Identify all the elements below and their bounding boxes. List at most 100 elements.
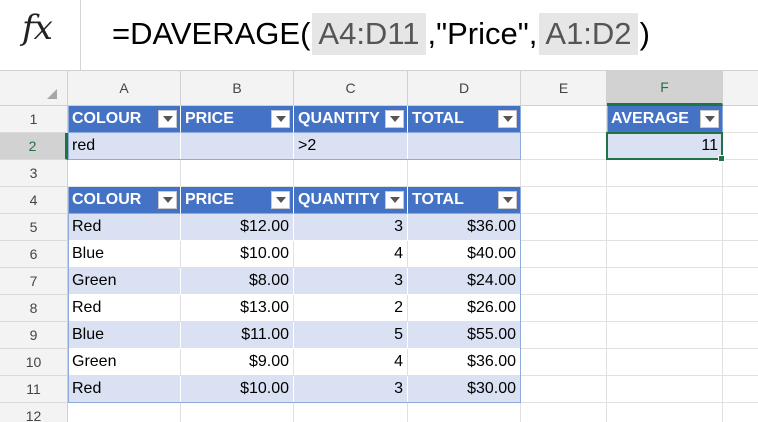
select-all-button[interactable] (0, 71, 68, 106)
data-cell[interactable]: 5 (294, 322, 408, 349)
column-header-extra[interactable] (723, 71, 758, 106)
data-cell[interactable]: $10.00 (181, 376, 294, 403)
row-header-1[interactable]: 1 (0, 106, 68, 133)
criteria-value-cell[interactable] (408, 133, 521, 160)
cell[interactable] (723, 214, 758, 241)
cell[interactable] (68, 403, 181, 422)
cell[interactable] (723, 160, 758, 187)
row-header-8[interactable]: 8 (0, 295, 68, 322)
data-cell[interactable]: Red (68, 295, 181, 322)
filter-dropdown-button[interactable] (271, 191, 290, 209)
data-cell[interactable]: 3 (294, 376, 408, 403)
cell[interactable] (607, 295, 723, 322)
data-cell[interactable]: Red (68, 376, 181, 403)
column-header-a[interactable]: A (68, 71, 181, 106)
cell[interactable] (521, 403, 607, 422)
criteria-header-cell[interactable]: TOTAL (408, 106, 521, 133)
criteria-value-cell[interactable]: >2 (294, 133, 408, 160)
formula-input[interactable]: =DAVERAGE(A4:D11 ,"Price", A1:D2) (112, 12, 650, 56)
criteria-header-cell[interactable]: PRICE (181, 106, 294, 133)
data-cell[interactable]: $8.00 (181, 268, 294, 295)
data-cell[interactable]: Red (68, 214, 181, 241)
row-header-4[interactable]: 4 (0, 187, 68, 214)
data-cell[interactable]: $55.00 (408, 322, 521, 349)
cell[interactable] (521, 349, 607, 376)
column-header-d[interactable]: D (408, 71, 521, 106)
cell[interactable] (294, 160, 408, 187)
cell[interactable] (607, 376, 723, 403)
data-cell[interactable]: $13.00 (181, 295, 294, 322)
data-header-cell[interactable]: TOTAL (408, 187, 521, 214)
data-cell[interactable]: 4 (294, 241, 408, 268)
row-header-2[interactable]: 2 (0, 133, 68, 160)
cell[interactable] (521, 268, 607, 295)
cell[interactable] (408, 160, 521, 187)
cell[interactable] (408, 403, 521, 422)
row-header-5[interactable]: 5 (0, 214, 68, 241)
data-cell[interactable]: Blue (68, 322, 181, 349)
data-cell[interactable]: 3 (294, 268, 408, 295)
cell[interactable] (723, 295, 758, 322)
data-cell[interactable]: Green (68, 349, 181, 376)
column-header-e[interactable]: E (521, 71, 607, 106)
column-header-f[interactable]: F (607, 71, 723, 106)
column-header-b[interactable]: B (181, 71, 294, 106)
data-cell[interactable]: 4 (294, 349, 408, 376)
average-result-cell[interactable]: 11 (607, 133, 723, 160)
cell[interactable] (723, 106, 758, 133)
cell[interactable] (723, 187, 758, 214)
cell[interactable] (521, 133, 607, 160)
cell[interactable] (723, 376, 758, 403)
cell[interactable] (723, 241, 758, 268)
filter-dropdown-button[interactable] (271, 110, 290, 128)
data-header-cell[interactable]: QUANTITY (294, 187, 408, 214)
filter-dropdown-button[interactable] (158, 110, 177, 128)
data-cell[interactable]: $26.00 (408, 295, 521, 322)
cell[interactable] (181, 403, 294, 422)
cell[interactable] (607, 241, 723, 268)
data-cell[interactable]: $12.00 (181, 214, 294, 241)
cell[interactable] (521, 160, 607, 187)
cell[interactable] (607, 187, 723, 214)
row-header-11[interactable]: 11 (0, 376, 68, 403)
data-cell[interactable]: $36.00 (408, 214, 521, 241)
cell[interactable] (723, 268, 758, 295)
data-header-cell[interactable]: PRICE (181, 187, 294, 214)
cell[interactable] (521, 322, 607, 349)
filter-dropdown-button[interactable] (385, 191, 404, 209)
data-cell[interactable]: $9.00 (181, 349, 294, 376)
row-header-9[interactable]: 9 (0, 322, 68, 349)
row-header-3[interactable]: 3 (0, 160, 68, 187)
cell[interactable] (521, 106, 607, 133)
column-header-c[interactable]: C (294, 71, 408, 106)
cell[interactable] (607, 268, 723, 295)
cell[interactable] (294, 403, 408, 422)
filter-dropdown-button[interactable] (498, 191, 517, 209)
data-cell[interactable]: $24.00 (408, 268, 521, 295)
row-header-12[interactable]: 12 (0, 403, 68, 422)
cell[interactable] (521, 376, 607, 403)
cell[interactable] (723, 322, 758, 349)
cell[interactable] (723, 133, 758, 160)
data-cell[interactable]: 3 (294, 214, 408, 241)
data-cell[interactable]: $10.00 (181, 241, 294, 268)
data-cell[interactable]: 2 (294, 295, 408, 322)
row-header-10[interactable]: 10 (0, 349, 68, 376)
criteria-header-cell[interactable]: COLOUR (68, 106, 181, 133)
cell[interactable] (723, 349, 758, 376)
cell[interactable] (521, 187, 607, 214)
data-cell[interactable]: Blue (68, 241, 181, 268)
filter-dropdown-button[interactable] (700, 110, 719, 128)
cell[interactable] (521, 241, 607, 268)
data-header-cell[interactable]: COLOUR (68, 187, 181, 214)
filter-dropdown-button[interactable] (385, 110, 404, 128)
cell[interactable] (181, 160, 294, 187)
cell[interactable] (723, 403, 758, 422)
row-header-7[interactable]: 7 (0, 268, 68, 295)
criteria-value-cell[interactable] (181, 133, 294, 160)
data-cell[interactable]: $36.00 (408, 349, 521, 376)
data-cell[interactable]: $11.00 (181, 322, 294, 349)
cell[interactable] (607, 403, 723, 422)
cell[interactable] (607, 349, 723, 376)
filter-dropdown-button[interactable] (498, 110, 517, 128)
